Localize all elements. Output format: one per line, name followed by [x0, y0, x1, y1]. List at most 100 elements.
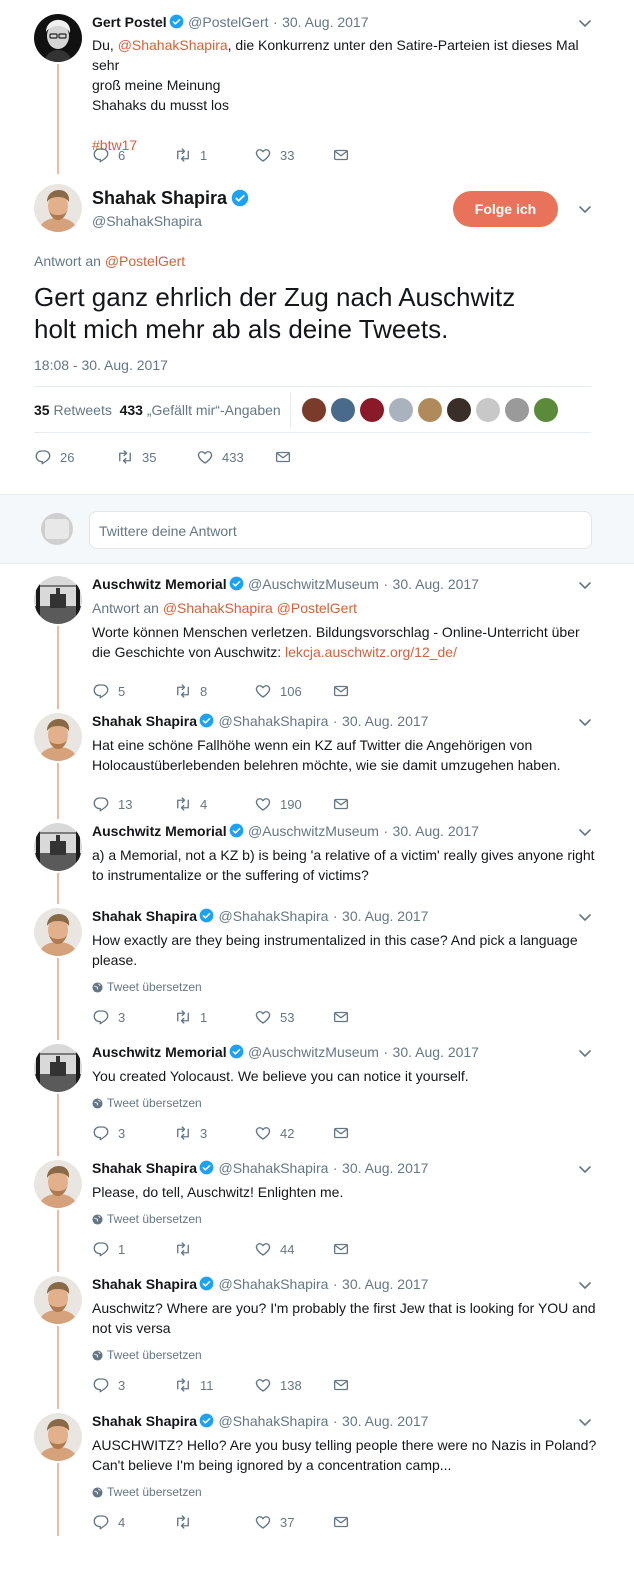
- like-button[interactable]: 106: [254, 682, 302, 700]
- author-name[interactable]: Shahak Shapira: [92, 1160, 197, 1176]
- author-handle[interactable]: @ShahakShapira: [92, 213, 249, 229]
- liker-avatar[interactable]: [505, 398, 529, 422]
- liker-avatar[interactable]: [360, 398, 384, 422]
- retweet-button[interactable]: [174, 1240, 200, 1258]
- avatar[interactable]: [34, 823, 82, 871]
- retweet-button[interactable]: 8: [174, 682, 207, 700]
- dm-button[interactable]: [332, 1513, 350, 1531]
- dm-button[interactable]: [332, 146, 350, 164]
- like-button[interactable]: 53: [254, 1008, 294, 1026]
- avatar[interactable]: [34, 713, 82, 761]
- retweet-button[interactable]: 1: [174, 1008, 207, 1026]
- translate-link[interactable]: Tweet übersetzen: [92, 980, 202, 994]
- like-button[interactable]: 42: [254, 1124, 294, 1142]
- author-name[interactable]: Auschwitz Memorial: [92, 576, 227, 592]
- author-handle[interactable]: @PostelGert: [188, 14, 268, 30]
- dm-button[interactable]: [332, 795, 350, 813]
- url-link[interactable]: lekcja.auschwitz.org/12_de/: [285, 644, 457, 660]
- dm-button[interactable]: [332, 682, 350, 700]
- reply-button[interactable]: 13: [92, 795, 132, 813]
- liker-avatar[interactable]: [331, 398, 355, 422]
- author-name[interactable]: Shahak Shapira: [92, 908, 197, 924]
- translate-link[interactable]: Tweet übersetzen: [92, 1212, 202, 1226]
- dm-button[interactable]: [332, 1124, 350, 1142]
- author-name[interactable]: Shahak Shapira: [92, 188, 227, 208]
- translate-link[interactable]: Tweet übersetzen: [92, 1348, 202, 1362]
- avatar[interactable]: [34, 1276, 82, 1324]
- reply-button[interactable]: 3: [92, 1008, 125, 1026]
- tweet-date[interactable]: 30. Aug. 2017: [282, 14, 368, 30]
- liker-avatar[interactable]: [302, 398, 326, 422]
- dm-button[interactable]: [274, 448, 292, 466]
- like-button[interactable]: 190: [254, 795, 302, 813]
- chevron-down-icon[interactable]: [579, 1282, 591, 1290]
- chevron-down-icon[interactable]: [579, 719, 591, 727]
- chevron-down-icon[interactable]: [579, 20, 591, 28]
- chevron-down-icon[interactable]: [579, 206, 591, 214]
- tweet-date[interactable]: 30. Aug. 2017: [342, 1160, 428, 1176]
- author-handle[interactable]: @AuschwitzMuseum: [248, 823, 379, 839]
- like-button[interactable]: 44: [254, 1240, 294, 1258]
- reply-button[interactable]: 3: [92, 1376, 125, 1394]
- avatar[interactable]: [34, 184, 82, 232]
- tweet-date[interactable]: 30. Aug. 2017: [393, 1044, 479, 1060]
- author-handle[interactable]: @ShahakShapira: [219, 1413, 329, 1429]
- retweet-button[interactable]: 1: [174, 146, 207, 164]
- retweet-button[interactable]: 35: [116, 448, 156, 466]
- avatar[interactable]: [34, 908, 82, 956]
- like-button[interactable]: 433: [196, 448, 244, 466]
- liker-avatar[interactable]: [418, 398, 442, 422]
- dm-button[interactable]: [332, 1008, 350, 1026]
- liker-avatar[interactable]: [476, 398, 500, 422]
- chevron-down-icon[interactable]: [579, 829, 591, 837]
- follow-button[interactable]: Folge ich: [453, 191, 558, 227]
- avatar[interactable]: [34, 1044, 82, 1092]
- liker-avatar[interactable]: [389, 398, 413, 422]
- mention-link[interactable]: @ShahakShapira: [118, 37, 228, 53]
- mention-link[interactable]: @PostelGert: [105, 253, 185, 269]
- avatar[interactable]: [34, 1160, 82, 1208]
- retweet-button[interactable]: [174, 1513, 200, 1531]
- reply-button[interactable]: 1: [92, 1240, 125, 1258]
- reply-button[interactable]: 3: [92, 1124, 125, 1142]
- chevron-down-icon[interactable]: [579, 1050, 591, 1058]
- likes-stat[interactable]: 433 „Gefällt mir“-Angaben: [120, 402, 281, 418]
- author-handle[interactable]: @ShahakShapira: [219, 908, 329, 924]
- like-button[interactable]: 37: [254, 1513, 294, 1531]
- mention-link[interactable]: @ShahakShapira @PostelGert: [163, 600, 357, 616]
- like-button[interactable]: 33: [254, 146, 294, 164]
- avatar[interactable]: [34, 576, 82, 624]
- reply-input[interactable]: Twittere deine Antwort: [89, 511, 592, 549]
- translate-link[interactable]: Tweet übersetzen: [92, 1485, 202, 1499]
- chevron-down-icon[interactable]: [579, 1419, 591, 1427]
- avatar[interactable]: [34, 14, 82, 62]
- dm-button[interactable]: [332, 1240, 350, 1258]
- reply-button[interactable]: 6: [92, 146, 125, 164]
- author-handle[interactable]: @AuschwitzMuseum: [248, 1044, 379, 1060]
- author-handle[interactable]: @ShahakShapira: [219, 713, 329, 729]
- retweets-stat[interactable]: 35 Retweets: [34, 402, 112, 418]
- retweet-button[interactable]: 4: [174, 795, 207, 813]
- tweet-date[interactable]: 30. Aug. 2017: [342, 908, 428, 924]
- author-name[interactable]: Gert Postel: [92, 14, 167, 30]
- retweet-button[interactable]: 11: [174, 1376, 214, 1394]
- liker-avatar[interactable]: [447, 398, 471, 422]
- tweet-date[interactable]: 30. Aug. 2017: [342, 713, 428, 729]
- liker-avatar[interactable]: [534, 398, 558, 422]
- tweet-date[interactable]: 30. Aug. 2017: [393, 576, 479, 592]
- author-name[interactable]: Auschwitz Memorial: [92, 1044, 227, 1060]
- chevron-down-icon[interactable]: [579, 1166, 591, 1174]
- dm-button[interactable]: [332, 1376, 350, 1394]
- translate-link[interactable]: Tweet übersetzen: [92, 1096, 202, 1110]
- tweet-date[interactable]: 30. Aug. 2017: [393, 823, 479, 839]
- retweet-button[interactable]: 3: [174, 1124, 207, 1142]
- reply-button[interactable]: 4: [92, 1513, 125, 1531]
- tweet-timestamp[interactable]: 18:08 - 30. Aug. 2017: [34, 357, 168, 373]
- reply-button[interactable]: 5: [92, 682, 125, 700]
- author-name[interactable]: Shahak Shapira: [92, 1413, 197, 1429]
- reply-button[interactable]: 26: [34, 448, 74, 466]
- author-name[interactable]: Shahak Shapira: [92, 713, 197, 729]
- author-name[interactable]: Shahak Shapira: [92, 1276, 197, 1292]
- author-name[interactable]: Auschwitz Memorial: [92, 823, 227, 839]
- chevron-down-icon[interactable]: [579, 582, 591, 590]
